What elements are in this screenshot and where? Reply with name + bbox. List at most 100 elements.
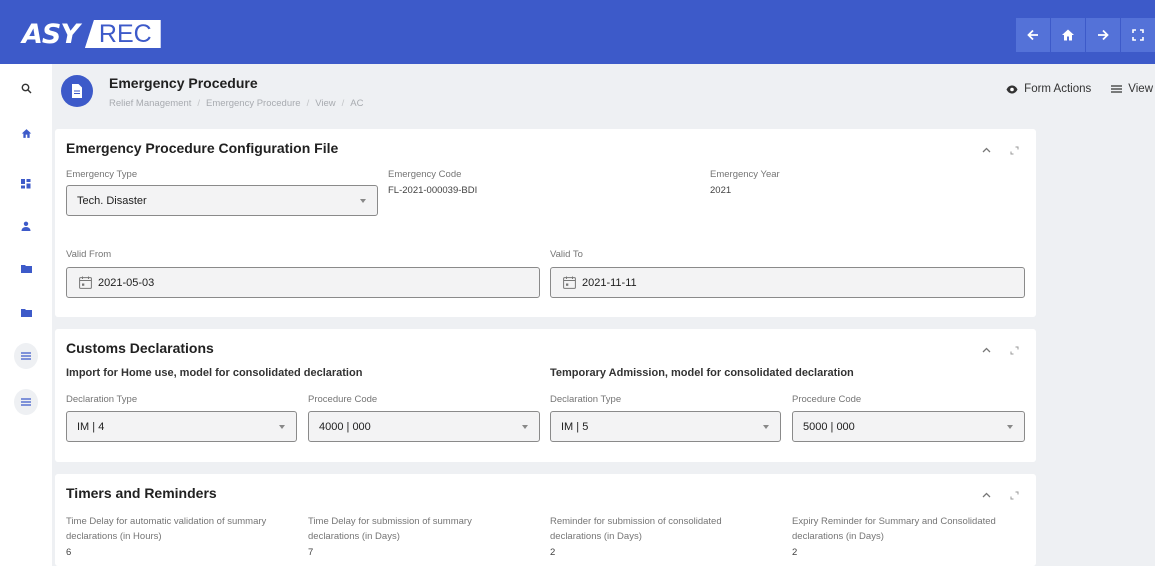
calendar-icon	[79, 276, 92, 289]
home-button[interactable]	[1051, 18, 1085, 52]
config-card-title: Emergency Procedure Configuration File	[66, 140, 339, 156]
expand-icon	[1010, 491, 1018, 499]
list-icon	[21, 398, 31, 406]
chevron-up-icon	[982, 347, 990, 353]
valid-to-label: Valid To	[550, 249, 583, 260]
temporary-section-title: Temporary Admission, model for consolida…	[550, 367, 854, 379]
page-header: Emergency Procedure Relief Management / Em…	[52, 64, 1155, 122]
card-controls	[966, 342, 1022, 358]
dashboard-icon	[21, 179, 31, 189]
forward-button[interactable]	[1086, 18, 1120, 52]
emergency-type-select[interactable]: Tech. Disaster	[66, 185, 378, 216]
valid-from-input[interactable]: 2021-05-03	[66, 267, 540, 298]
temporary-declaration-type-value: IM | 5	[561, 420, 589, 433]
chevron-down-icon	[763, 425, 769, 429]
valid-to-value: 2021-11-11	[582, 276, 637, 289]
breadcrumb-item: AC	[350, 98, 364, 109]
temporary-procedure-code-label: Procedure Code	[792, 394, 862, 405]
customs-card: Customs Declarations Import for Home use…	[55, 329, 1036, 462]
timers-card-title: Timers and Reminders	[66, 485, 217, 501]
sidebar-item-search[interactable]	[14, 76, 38, 100]
person-icon	[21, 221, 31, 231]
sidebar	[0, 64, 52, 566]
emergency-type-value: Tech. Disaster	[77, 194, 147, 207]
timer-label: Expiry Reminder for Summary and Consolid…	[792, 516, 996, 542]
expand-button[interactable]	[1006, 142, 1022, 158]
valid-from-label: Valid From	[66, 249, 112, 260]
timers-card: Timers and Reminders Time Delay for auto…	[55, 474, 1036, 566]
temporary-procedure-code-select[interactable]: 5000 | 000	[792, 411, 1025, 442]
timer-label: Time Delay for automatic validation of s…	[66, 516, 267, 542]
logo-rec: REC	[84, 20, 161, 48]
home-icon	[21, 128, 31, 138]
view-label: View	[1128, 83, 1153, 95]
timer-label: Reminder for submission of consolidated d…	[550, 516, 722, 542]
breadcrumb-item[interactable]: Relief Management	[109, 98, 191, 109]
sidebar-item-list-2[interactable]	[14, 389, 38, 415]
import-declaration-type-select[interactable]: IM | 4	[66, 411, 297, 442]
timer-value: 6	[66, 547, 72, 558]
expand-icon	[1010, 346, 1018, 354]
top-navigation	[1015, 18, 1155, 52]
emergency-code-value: FL-2021-000039-BDI	[388, 185, 478, 196]
fullscreen-icon	[1132, 29, 1144, 41]
import-section-title: Import for Home use, model for consolida…	[66, 367, 363, 379]
import-procedure-code-value: 4000 | 000	[319, 420, 371, 433]
breadcrumb-item[interactable]: Emergency Procedure	[206, 98, 301, 109]
sidebar-item-dashboard[interactable]	[14, 172, 38, 196]
breadcrumb: Relief Management / Emergency Procedure / Vi…	[109, 98, 364, 109]
emergency-year-value: 2021	[710, 185, 732, 196]
search-icon	[21, 83, 31, 93]
back-button[interactable]	[1016, 18, 1050, 52]
chevron-down-icon	[360, 199, 366, 203]
list-icon	[21, 352, 31, 360]
import-procedure-code-select[interactable]: 4000 | 000	[308, 411, 540, 442]
form-actions-button[interactable]: Form Actions	[1006, 83, 1091, 95]
customs-card-title: Customs Declarations	[66, 340, 214, 356]
expand-icon	[1010, 146, 1018, 154]
emergency-type-label: Emergency Type	[66, 169, 138, 180]
timer-value: 2	[550, 547, 556, 558]
eye-icon	[1006, 85, 1018, 93]
breadcrumb-item[interactable]: View	[315, 98, 335, 109]
header-actions: Form Actions View	[986, 83, 1153, 95]
chevron-up-icon	[982, 492, 990, 498]
folder-icon	[20, 264, 32, 273]
page-title: Emergency Procedure	[109, 75, 258, 91]
timer-value: 2	[792, 547, 798, 558]
folder-icon	[20, 308, 32, 317]
timer-value: 7	[308, 547, 314, 558]
collapse-button[interactable]	[978, 142, 994, 158]
sidebar-item-folder-1[interactable]	[14, 256, 38, 280]
sidebar-item-list-1[interactable]	[14, 343, 38, 369]
sidebar-item-folder-2[interactable]	[14, 300, 38, 324]
temporary-procedure-code-value: 5000 | 000	[803, 420, 855, 433]
valid-from-value: 2021-05-03	[98, 276, 155, 289]
timer-label: Time Delay for submission of summary decl…	[308, 516, 472, 542]
chevron-down-icon	[279, 425, 285, 429]
app-logo[interactable]: ASY REC	[22, 19, 161, 50]
document-icon	[61, 75, 93, 107]
valid-to-input[interactable]: 2021-11-11	[550, 267, 1025, 298]
arrow-right-icon	[1098, 29, 1109, 41]
card-controls	[966, 142, 1022, 158]
emergency-year-label: Emergency Year	[710, 169, 780, 180]
top-bar: ASY REC	[0, 0, 1155, 64]
import-declaration-type-value: IM | 4	[77, 420, 105, 433]
expand-button[interactable]	[1006, 487, 1022, 503]
view-button[interactable]: View	[1111, 83, 1153, 95]
expand-button[interactable]	[1006, 342, 1022, 358]
sidebar-item-home[interactable]	[14, 121, 38, 145]
chevron-down-icon	[522, 425, 528, 429]
collapse-button[interactable]	[978, 342, 994, 358]
home-icon	[1062, 29, 1074, 41]
temporary-declaration-type-select[interactable]: IM | 5	[550, 411, 781, 442]
config-card: Emergency Procedure Configuration File E…	[55, 129, 1036, 317]
sidebar-item-user[interactable]	[14, 214, 38, 238]
fullscreen-button[interactable]	[1121, 18, 1155, 52]
calendar-icon	[563, 276, 576, 289]
menu-icon	[1111, 85, 1123, 93]
collapse-button[interactable]	[978, 487, 994, 503]
import-procedure-code-label: Procedure Code	[308, 394, 378, 405]
chevron-down-icon	[1007, 425, 1013, 429]
